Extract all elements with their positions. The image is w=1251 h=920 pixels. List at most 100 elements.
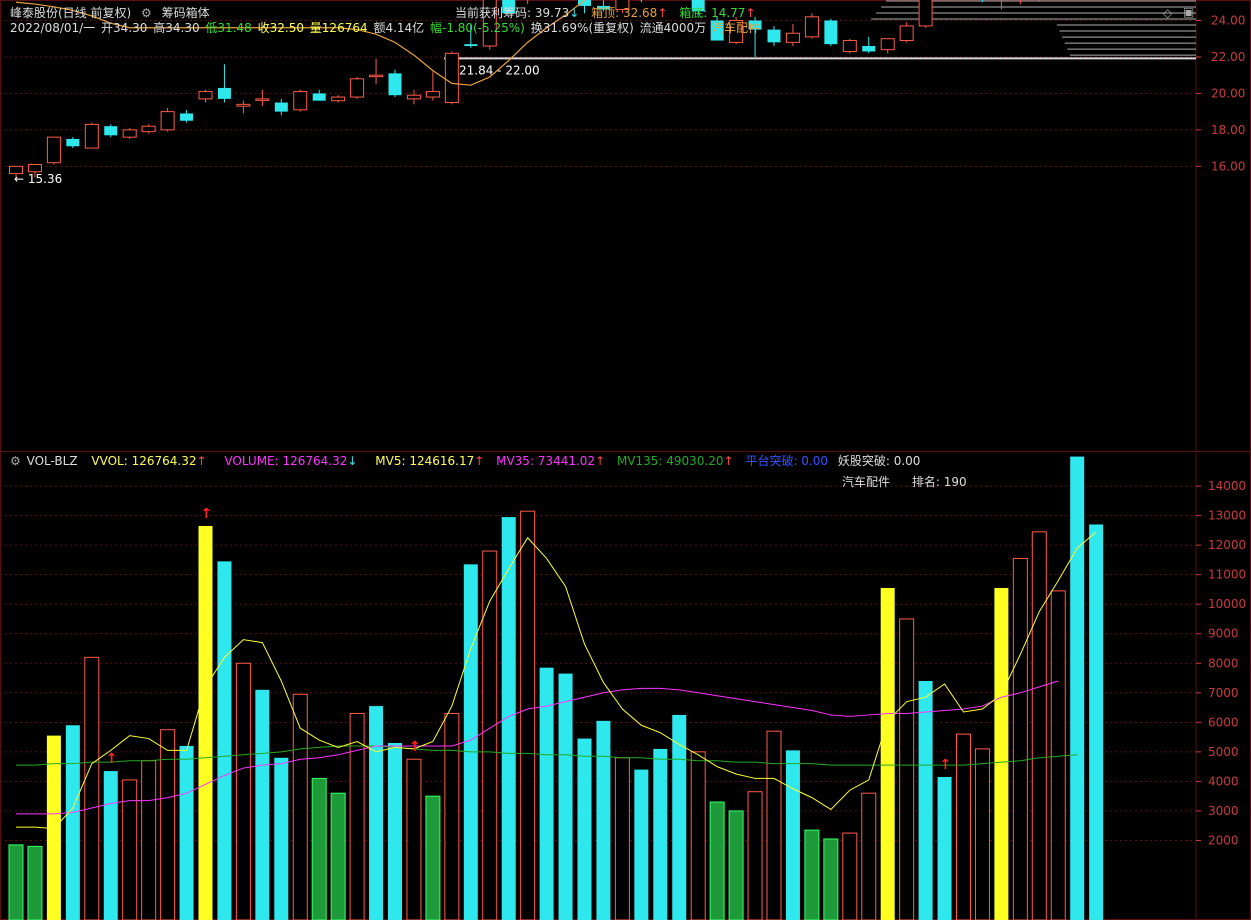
mv35-label: MV35: 73441.02: [496, 454, 596, 468]
volume-bar: [1089, 524, 1104, 920]
volume-bar: [634, 769, 649, 920]
volume-bar: [614, 757, 630, 920]
volume-bar: [1012, 557, 1028, 920]
volume-bar: [103, 771, 118, 920]
volume-bar: [369, 706, 384, 920]
window-icon[interactable]: ▣: [1183, 5, 1194, 19]
volume-bar: [27, 845, 43, 920]
volume-bar: [974, 748, 990, 920]
candle-body-up: [406, 94, 421, 100]
candle-body-up: [331, 96, 346, 102]
candle-body-up: [160, 111, 175, 131]
rank-label: 排名: 190: [911, 475, 967, 489]
volume-bar: [330, 792, 346, 920]
signal-arrow-icon: ↑: [409, 739, 421, 755]
candle-body-up: [122, 129, 137, 138]
volume-value-label: VOLUME: 126764.32: [224, 454, 348, 468]
chip-summary: 当前获利筹码: 39.73↓ 箱顶: 32.68↑ 箱底: 14.77↑: [455, 6, 762, 20]
open-label: 开34.30: [101, 21, 148, 35]
volume-bar: [823, 838, 839, 920]
date-label: 2022/08/01/一: [10, 21, 96, 35]
volume-bar: [709, 801, 725, 920]
candle-body-up: [141, 125, 156, 133]
high-label: 高34.30: [153, 21, 200, 35]
indicator-gear-icon[interactable]: ⚙: [141, 6, 152, 20]
price-tick-label: 24.00: [1211, 13, 1245, 27]
candle-body-down: [464, 44, 478, 47]
signal-arrow-icon: ↑: [106, 751, 118, 767]
volume-bar: [198, 525, 213, 920]
volume-bar: [8, 844, 24, 920]
volume-bar: [880, 587, 895, 920]
candle-body-up: [350, 78, 365, 98]
volume-bar: [463, 564, 478, 920]
volume-bar: [804, 829, 820, 920]
volume-bar: [520, 510, 536, 920]
volume-bar: [558, 673, 573, 920]
volume-bar: [994, 587, 1009, 920]
volume-tick-label: 6000: [1208, 715, 1239, 729]
volume-bar: [160, 729, 176, 920]
volume-bar: [482, 550, 498, 920]
volume-bar: [84, 656, 100, 920]
volume-bar: [785, 750, 800, 920]
mv135-label: MV135: 49030.20: [616, 454, 724, 468]
volume-bar: [141, 760, 157, 920]
candle-body-down: [104, 126, 118, 136]
demon-breakout-label: 妖股突破: 0.00: [837, 454, 921, 468]
candle-body-down: [388, 73, 402, 96]
vvol-label: VVOL: 126764.32: [91, 454, 197, 468]
box1-label: 21.84 - 22.00: [459, 63, 540, 77]
low-mark-label: ← 15.36: [14, 172, 62, 186]
ohlc-header: 2022/08/01/一 开34.30 高34.30 低31.48 收32.50…: [10, 21, 766, 35]
volume-bar: [311, 777, 327, 920]
volume-bar: [728, 810, 744, 920]
float-label: 流通4000万: [639, 21, 707, 35]
volume-bar: [255, 689, 270, 920]
volume-tick-label: 4000: [1208, 774, 1239, 788]
candle-body-up: [918, 0, 933, 27]
volume-tick-label: 2000: [1208, 833, 1239, 847]
amount-label: 额4.14亿: [373, 21, 425, 35]
sector-rank: 汽车配件 排名: 190: [842, 475, 973, 489]
volume-bar: [899, 618, 915, 920]
volume-bar: [65, 725, 80, 920]
price-tick-label: 18.00: [1211, 123, 1245, 137]
candle-body-down: [274, 102, 288, 112]
candle-body-up: [293, 91, 308, 111]
price-header: 峰泰股份(日线 前复权) ⚙ 筹码箱体: [10, 6, 216, 20]
down-arrow-icon: ↓: [347, 454, 358, 468]
sector-label[interactable]: 汽车配件: [712, 21, 760, 35]
price-tick-label: 16.00: [1211, 159, 1245, 173]
volume-bar: [956, 733, 971, 920]
signal-arrow-icon: ↑: [940, 757, 952, 773]
volume-bar: [274, 757, 289, 920]
stock-name[interactable]: 峰泰股份(日线 前复权): [10, 6, 131, 20]
candle-body-up: [899, 25, 914, 42]
diamond-icon[interactable]: ◇: [1163, 6, 1172, 20]
low-label: 低31.48: [205, 21, 252, 35]
indicator-name[interactable]: 筹码箱体: [162, 6, 210, 20]
volume-bar: [1031, 531, 1047, 920]
volume-tick-label: 5000: [1208, 745, 1239, 759]
volume-tick-label: 3000: [1208, 804, 1239, 818]
candle-body-up: [804, 16, 819, 38]
volume-label: 量126764: [309, 21, 368, 35]
volume-bar: [861, 792, 877, 920]
candle-body-up: [84, 123, 99, 149]
profit-chip-label: 当前获利筹码: 39.73: [455, 6, 570, 20]
turnover-label: 换31.69%(重复权): [530, 21, 634, 35]
candle-body-down: [217, 87, 231, 99]
panel-name[interactable]: VOL-BLZ: [27, 454, 78, 468]
box-top-label: 箱顶: 32.68: [591, 6, 658, 20]
volume-tick-label: 14000: [1208, 479, 1246, 493]
candle-body-up: [198, 91, 213, 100]
volume-tick-label: 10000: [1208, 597, 1246, 611]
candle-body-up: [842, 40, 857, 52]
up-arrow-icon: ↑: [474, 454, 485, 468]
panel-gear-icon[interactable]: ⚙: [10, 454, 21, 468]
volume-bar: [425, 795, 441, 920]
volume-tick-label: 11000: [1208, 568, 1246, 582]
volume-bar: [388, 742, 402, 920]
down-arrow-icon: ↓: [569, 6, 580, 20]
